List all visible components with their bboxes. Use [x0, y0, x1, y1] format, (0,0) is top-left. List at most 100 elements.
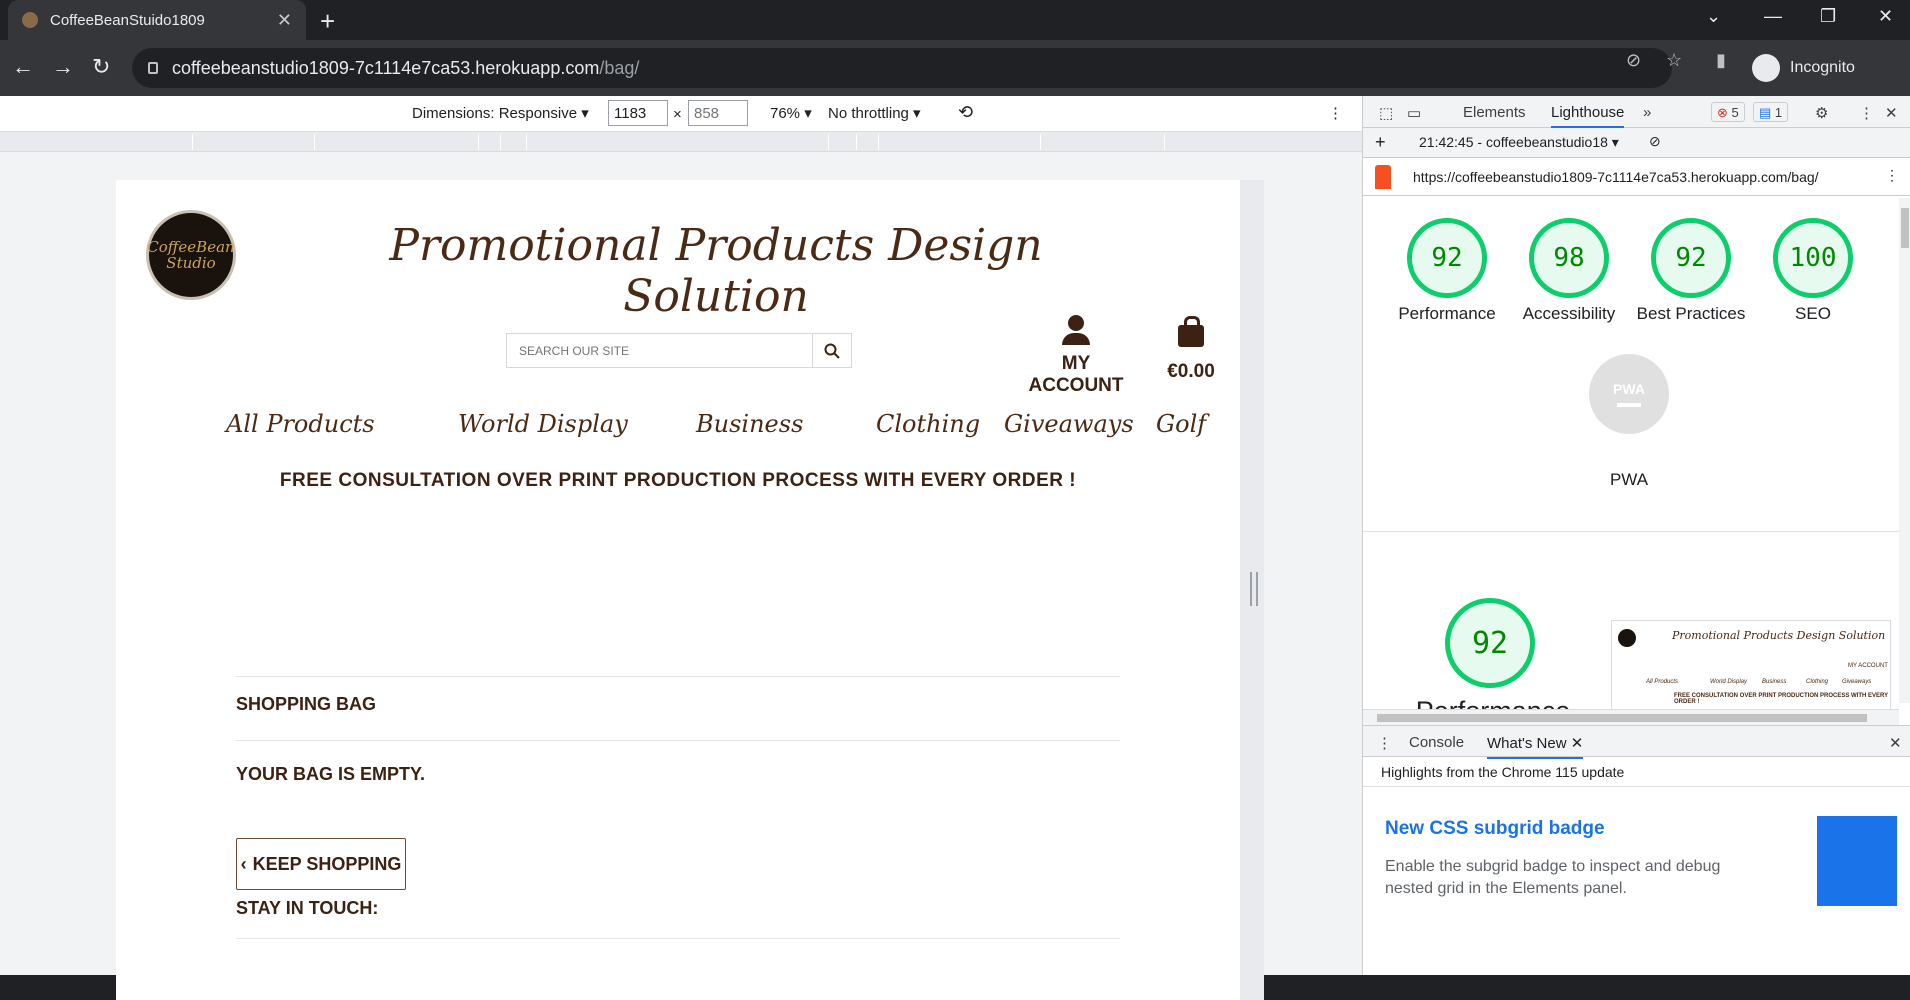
thumbnail-nav: Clothing [1806, 679, 1829, 685]
performance-gauge[interactable]: 92 [1407, 218, 1487, 298]
address-bar[interactable]: coffeebeanstudio1809-7c1114e7ca53.heroku… [132, 48, 1672, 88]
browser-tabbar: CoffeeBeanStuido1809 ✕ + ⌄ — ❐ ✕ [0, 0, 1910, 40]
report-scrollbar[interactable] [1899, 198, 1910, 703]
drawer-tabbar: ⋮ Console What's New ✕ ✕ [1363, 725, 1910, 759]
reload-icon[interactable]: ↻ [92, 54, 110, 80]
site-title: Promotional Products Design Solution [389, 220, 1043, 322]
bag-total: €0.00 [1167, 361, 1215, 382]
incognito-label: Incognito [1790, 59, 1855, 76]
thumbnail-title: Promotional Products Design Solution [1672, 629, 1886, 642]
error-count: 5 [1731, 105, 1739, 120]
browser-tab[interactable]: CoffeeBeanStuido1809 ✕ [8, 0, 306, 40]
drawer-tab-whats-new[interactable]: What's New ✕ [1487, 734, 1584, 759]
close-window-icon[interactable]: ✕ [1878, 6, 1893, 27]
report-selector[interactable]: 21:42:45 - coffeebeanstudio18 ▾ [1419, 134, 1619, 151]
close-tab-icon[interactable]: ✕ [1571, 735, 1584, 752]
forward-icon[interactable]: → [52, 54, 74, 80]
nav-giveaways[interactable]: Giveaways [1004, 410, 1134, 438]
device-height-input[interactable] [688, 100, 748, 126]
new-tab-icon[interactable]: + [320, 6, 335, 37]
tab-search-icon[interactable]: ⌄ [1706, 6, 1721, 27]
seo-gauge[interactable]: 100 [1773, 218, 1853, 298]
side-panel-icon[interactable]: ▮ [1716, 50, 1726, 71]
search-input[interactable] [507, 334, 813, 367]
lighthouse-icon [1375, 165, 1391, 189]
report-url-bar: https://coffeebeanstudio1809-7c1114e7ca5… [1363, 158, 1910, 196]
report-horizontal-scrollbar[interactable] [1363, 709, 1899, 725]
settings-gear-icon[interactable]: ⚙ [1815, 104, 1828, 122]
tab-lighthouse[interactable]: Lighthouse [1551, 104, 1625, 128]
search-button[interactable] [813, 334, 851, 367]
whats-new-title[interactable]: New CSS subgrid badge [1385, 818, 1605, 840]
thumbnail-promo: FREE CONSULTATION OVER PRINT PRODUCTION … [1674, 693, 1889, 705]
zoom-label: 76% [770, 105, 801, 122]
device-width-input[interactable] [608, 100, 668, 126]
accessibility-gauge[interactable]: 98 [1529, 218, 1609, 298]
nav-golf[interactable]: Golf [1156, 410, 1206, 438]
more-tabs-icon[interactable]: » [1643, 104, 1651, 121]
restore-icon[interactable]: ❐ [1820, 6, 1836, 27]
site-logo[interactable]: CoffeeBean Studio [146, 210, 236, 300]
error-icon: ⊗ [1717, 105, 1728, 120]
pwa-badge[interactable]: PWA [1589, 354, 1669, 434]
clear-reports-icon[interactable]: ⊘ [1649, 133, 1661, 150]
new-report-icon[interactable]: + [1375, 132, 1386, 153]
viewport-resize-handle[interactable] [1250, 572, 1258, 606]
my-account-link[interactable]: MY ACCOUNT [1021, 315, 1131, 397]
throttling-dropdown[interactable]: No throttling ▾ [828, 104, 921, 122]
report-url: https://coffeebeanstudio1809-7c1114e7ca5… [1413, 169, 1819, 185]
best-practices-gauge[interactable]: 92 [1651, 218, 1731, 298]
bookmark-star-icon[interactable]: ☆ [1666, 50, 1682, 71]
nav-world-display[interactable]: World Display [458, 410, 628, 438]
zoom-dropdown[interactable]: 76% ▾ [770, 104, 812, 122]
chevron-left-icon: ‹ [240, 853, 247, 874]
pwa-label: PWA [1609, 470, 1649, 489]
drawer-menu-icon[interactable]: ⋮ [1377, 734, 1392, 752]
media-query-ruler [0, 132, 1362, 152]
incognito-indicator[interactable]: Incognito [1752, 48, 1855, 88]
drawer-tab-console[interactable]: Console [1409, 734, 1464, 751]
drawer-tab-whats-new-label: What's New [1487, 735, 1567, 752]
my-account-label: MY ACCOUNT [1028, 353, 1124, 396]
divider [236, 676, 1120, 677]
nav-all-products[interactable]: All Products [226, 410, 375, 438]
pwa-badge-text: PWA [1613, 381, 1645, 397]
error-badge[interactable]: ⊗ 5 [1711, 102, 1745, 122]
more-options-icon[interactable]: ⋮ [1328, 104, 1343, 122]
tab-elements[interactable]: Elements [1463, 104, 1526, 121]
report-selector-label: 21:42:45 - coffeebeanstudio18 [1419, 134, 1608, 150]
keep-shopping-button[interactable]: ‹ KEEP SHOPPING [236, 838, 406, 890]
close-tab-icon[interactable]: ✕ [277, 10, 292, 31]
devtools-menu-icon[interactable]: ⋮ [1859, 104, 1874, 122]
divider [236, 938, 1120, 939]
nav-clothing[interactable]: Clothing [876, 410, 980, 438]
shopping-bag-link[interactable]: €0.00 [1156, 315, 1226, 383]
inspect-element-icon[interactable]: ⬚ [1379, 104, 1393, 122]
message-badge[interactable]: ▤ 1 [1753, 102, 1789, 122]
lighthouse-toolbar: + 21:42:45 - coffeebeanstudio18 ▾ ⊘ [1363, 128, 1910, 158]
thumbnail-nav: World Display [1710, 679, 1748, 685]
report-menu-icon[interactable]: ⋮ [1885, 167, 1899, 184]
minimize-icon[interactable]: — [1764, 6, 1782, 27]
favicon-icon [22, 12, 38, 28]
seo-label: SEO [1795, 304, 1831, 323]
eye-off-icon[interactable]: ⊘ [1626, 50, 1641, 71]
close-devtools-icon[interactable]: ✕ [1885, 104, 1898, 122]
rotate-icon[interactable]: ⟲ [958, 102, 973, 123]
lock-icon [148, 62, 158, 74]
device-toggle-icon[interactable]: ▭ [1407, 104, 1421, 122]
dimensions-dropdown[interactable]: Dimensions: Responsive ▾ [412, 104, 589, 122]
url-host: coffeebeanstudio1809-7c1114e7ca53.heroku… [172, 57, 600, 78]
back-icon[interactable]: ← [12, 54, 34, 80]
performance-label: Performance [1398, 304, 1496, 323]
whats-new-description: Enable the subgrid badge to inspect and … [1385, 858, 1721, 897]
stay-in-touch-heading: STAY IN TOUCH: [236, 898, 379, 918]
search-icon [824, 343, 840, 359]
keep-shopping-label: KEEP SHOPPING [252, 853, 402, 874]
incognito-icon [1752, 54, 1780, 82]
whats-new-highlights: Highlights from the Chrome 115 update [1363, 757, 1910, 787]
close-drawer-icon[interactable]: ✕ [1889, 734, 1902, 752]
throttling-label: No throttling [828, 105, 909, 122]
nav-business[interactable]: Business [696, 410, 803, 438]
thumbnail-nav: All Products [1646, 679, 1679, 685]
